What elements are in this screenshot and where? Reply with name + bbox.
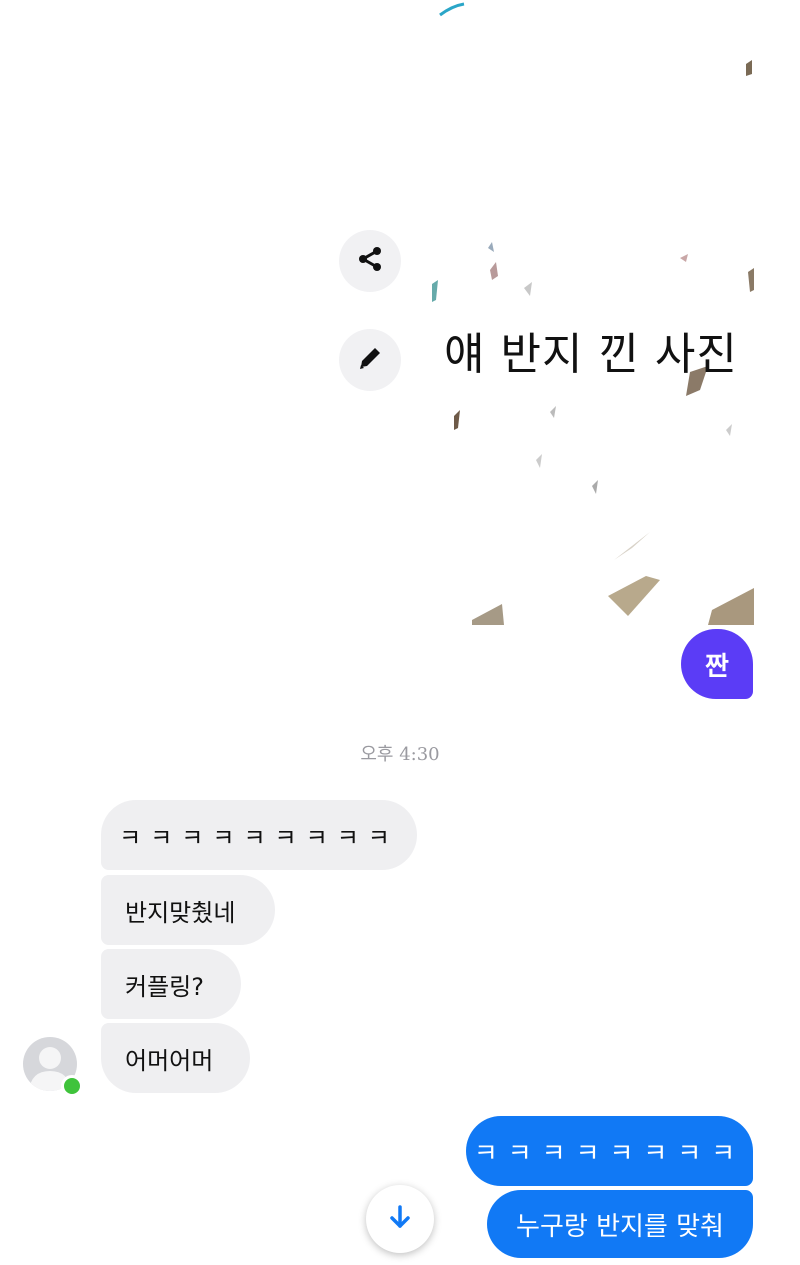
received-message-bubble[interactable]: 커플링?: [101, 949, 241, 1019]
received-message-bubble[interactable]: 반지맞췄네: [101, 875, 275, 945]
message-timestamp: 오후 4:30: [360, 744, 440, 765]
photo-confetti: [432, 2, 754, 625]
edit-button[interactable]: [339, 329, 401, 391]
share-button[interactable]: [339, 230, 401, 292]
scroll-to-bottom-button[interactable]: [366, 1185, 434, 1253]
shared-photo[interactable]: 얘 반지 낀 사진: [432, 0, 754, 625]
share-icon: [355, 244, 385, 278]
sent-message-bubble[interactable]: 누구랑 반지를 맞춰: [487, 1190, 753, 1258]
photo-caption: 얘 반지 낀 사진: [444, 329, 738, 380]
received-message-bubble[interactable]: 어머어머: [101, 1023, 250, 1093]
sent-message-bubble[interactable]: 짠: [681, 629, 753, 699]
online-status-indicator: [61, 1075, 83, 1097]
pencil-icon: [355, 343, 385, 377]
sent-message-bubble[interactable]: ㅋㅋㅋㅋㅋㅋㅋㅋ: [466, 1116, 753, 1186]
arrow-down-icon: [385, 1202, 415, 1236]
received-message-bubble[interactable]: ㅋㅋㅋㅋㅋㅋㅋㅋㅋ: [101, 800, 417, 870]
